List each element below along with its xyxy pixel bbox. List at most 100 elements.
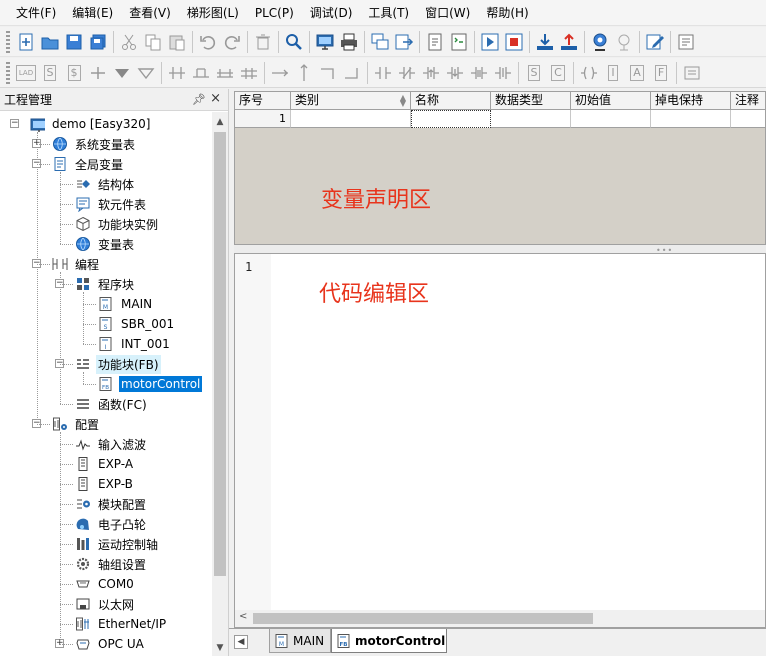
contact-nn-icon[interactable] <box>491 61 515 85</box>
column-header[interactable]: 注释 <box>731 92 765 110</box>
contact-pn-icon[interactable] <box>467 61 491 85</box>
menu-item[interactable]: 编辑(E) <box>64 0 121 26</box>
tree-item[interactable]: M MAIN <box>97 294 154 314</box>
branch-d-icon[interactable] <box>237 61 261 85</box>
menu-item[interactable]: 工具(T) <box>360 0 417 26</box>
tree-item[interactable]: 函数(FC) <box>74 394 149 414</box>
ladder-lad-icon[interactable]: LAD <box>14 61 38 85</box>
func-a-icon[interactable]: A <box>625 61 649 85</box>
paste-icon[interactable] <box>165 30 189 54</box>
table-cell[interactable] <box>651 110 731 128</box>
func-c-icon[interactable]: C <box>546 61 570 85</box>
hscroll-thumb[interactable] <box>253 613 593 624</box>
tree-item[interactable]: I INT_001 <box>97 334 172 354</box>
open-folder-icon[interactable] <box>38 30 62 54</box>
tree-item[interactable]: 程序块 − <box>55 274 136 294</box>
tree-item[interactable]: 电子凸轮 <box>74 514 148 534</box>
contact-n-icon[interactable] <box>443 61 467 85</box>
tree-item[interactable]: EXP-A <box>74 454 135 474</box>
column-header[interactable]: 初始值 <box>571 92 651 110</box>
scroll-left-icon[interactable]: < <box>239 611 247 622</box>
line-corner-a-icon[interactable] <box>316 61 340 85</box>
export-icon[interactable] <box>392 30 416 54</box>
tab-motorcontrol[interactable]: FB motorControl <box>331 629 447 653</box>
tree-item[interactable]: 软元件表 <box>74 194 148 214</box>
save-all-icon[interactable] <box>86 30 110 54</box>
collapse-icon[interactable]: − <box>10 119 19 128</box>
toolbar-grip[interactable] <box>6 30 10 53</box>
new-file-icon[interactable] <box>14 30 38 54</box>
contact-cross-icon[interactable] <box>86 61 110 85</box>
tab-scroll-left-icon[interactable]: ◀ <box>234 635 248 649</box>
table-cell[interactable] <box>571 110 651 128</box>
tree-item[interactable]: 轴组设置 <box>74 554 148 574</box>
cut-icon[interactable] <box>117 30 141 54</box>
tree-item[interactable]: 以太网 <box>74 594 136 614</box>
tree-item[interactable]: demo [Easy320] − <box>10 114 152 134</box>
tree-item[interactable]: 编程 − <box>32 254 101 274</box>
tree-item[interactable]: S SBR_001 <box>97 314 176 334</box>
menu-item[interactable]: 调试(D) <box>302 0 361 26</box>
column-header[interactable]: 序号 <box>235 92 291 110</box>
branch-c-icon[interactable] <box>213 61 237 85</box>
arrow-down-outline-icon[interactable] <box>134 61 158 85</box>
tree-item[interactable]: 变量表 <box>74 234 136 254</box>
tree-scrollbar[interactable]: ▲ ▼ <box>212 112 228 656</box>
tree-item[interactable]: 功能块(FB) − <box>55 354 161 374</box>
run-icon[interactable] <box>478 30 502 54</box>
tree-item[interactable]: COM0 <box>74 574 136 594</box>
column-header[interactable]: 掉电保持 <box>651 92 731 110</box>
redo-icon[interactable] <box>220 30 244 54</box>
sort-icon[interactable]: ▲ ▼ <box>400 94 406 108</box>
column-header[interactable]: 名称 <box>411 92 491 110</box>
editor-splitter[interactable]: ••• <box>234 245 766 255</box>
menu-item[interactable]: 窗口(W) <box>417 0 478 26</box>
column-header[interactable]: 数据类型 <box>491 92 571 110</box>
line-vertical-icon[interactable] <box>292 61 316 85</box>
tree-item[interactable]: OPC UA + <box>55 634 146 654</box>
contact-p-icon[interactable] <box>419 61 443 85</box>
coil-i-icon[interactable]: I <box>601 61 625 85</box>
undo-icon[interactable] <box>196 30 220 54</box>
coil-icon[interactable] <box>577 61 601 85</box>
stop-icon[interactable] <box>502 30 526 54</box>
notes-icon[interactable] <box>674 30 698 54</box>
tree-item[interactable]: 模块配置 <box>74 494 148 514</box>
tree-item[interactable]: 运动控制轴 <box>74 534 160 554</box>
compile-icon[interactable] <box>423 30 447 54</box>
print-icon[interactable] <box>337 30 361 54</box>
table-cell[interactable] <box>411 110 491 128</box>
pin-icon[interactable]: 📌︎ <box>192 93 206 106</box>
save-icon[interactable] <box>62 30 86 54</box>
menu-item[interactable]: 帮助(H) <box>478 0 536 26</box>
ladder-s-icon[interactable]: S <box>38 61 62 85</box>
compile-all-icon[interactable] <box>447 30 471 54</box>
tree-item[interactable]: 全局变量 − <box>32 154 125 174</box>
contact-no-icon[interactable] <box>371 61 395 85</box>
download-icon[interactable] <box>533 30 557 54</box>
tree-item[interactable]: 结构体 <box>74 174 136 194</box>
search-icon[interactable] <box>282 30 306 54</box>
tree-item[interactable]: EXP-B <box>74 474 135 494</box>
scroll-down-icon[interactable]: ▼ <box>212 640 228 656</box>
line-corner-b-icon[interactable] <box>340 61 364 85</box>
tree-item[interactable]: 系统变量表 + <box>32 134 137 154</box>
editor-hscrollbar[interactable]: < <box>235 610 765 627</box>
menu-item[interactable]: 查看(V) <box>121 0 179 26</box>
contact-nc-icon[interactable] <box>395 61 419 85</box>
code-editor[interactable]: 1 代码编辑区 < <box>234 253 766 628</box>
table-cell[interactable] <box>291 110 411 128</box>
toolbar-grip[interactable] <box>6 61 10 84</box>
scroll-up-icon[interactable]: ▲ <box>212 114 228 130</box>
upload-icon[interactable] <box>557 30 581 54</box>
table-cell[interactable] <box>491 110 571 128</box>
scroll-thumb[interactable] <box>214 132 226 576</box>
windows-icon[interactable] <box>368 30 392 54</box>
menu-item[interactable]: 文件(F) <box>8 0 64 26</box>
menu-item[interactable]: PLC(P) <box>247 0 302 26</box>
tree-item[interactable]: 配置 − <box>32 414 101 434</box>
panel-close-icon[interactable]: × <box>210 91 221 106</box>
tree-item[interactable]: FB motorControl <box>97 374 203 394</box>
table-cell[interactable] <box>731 110 765 128</box>
comment-icon[interactable] <box>680 61 704 85</box>
